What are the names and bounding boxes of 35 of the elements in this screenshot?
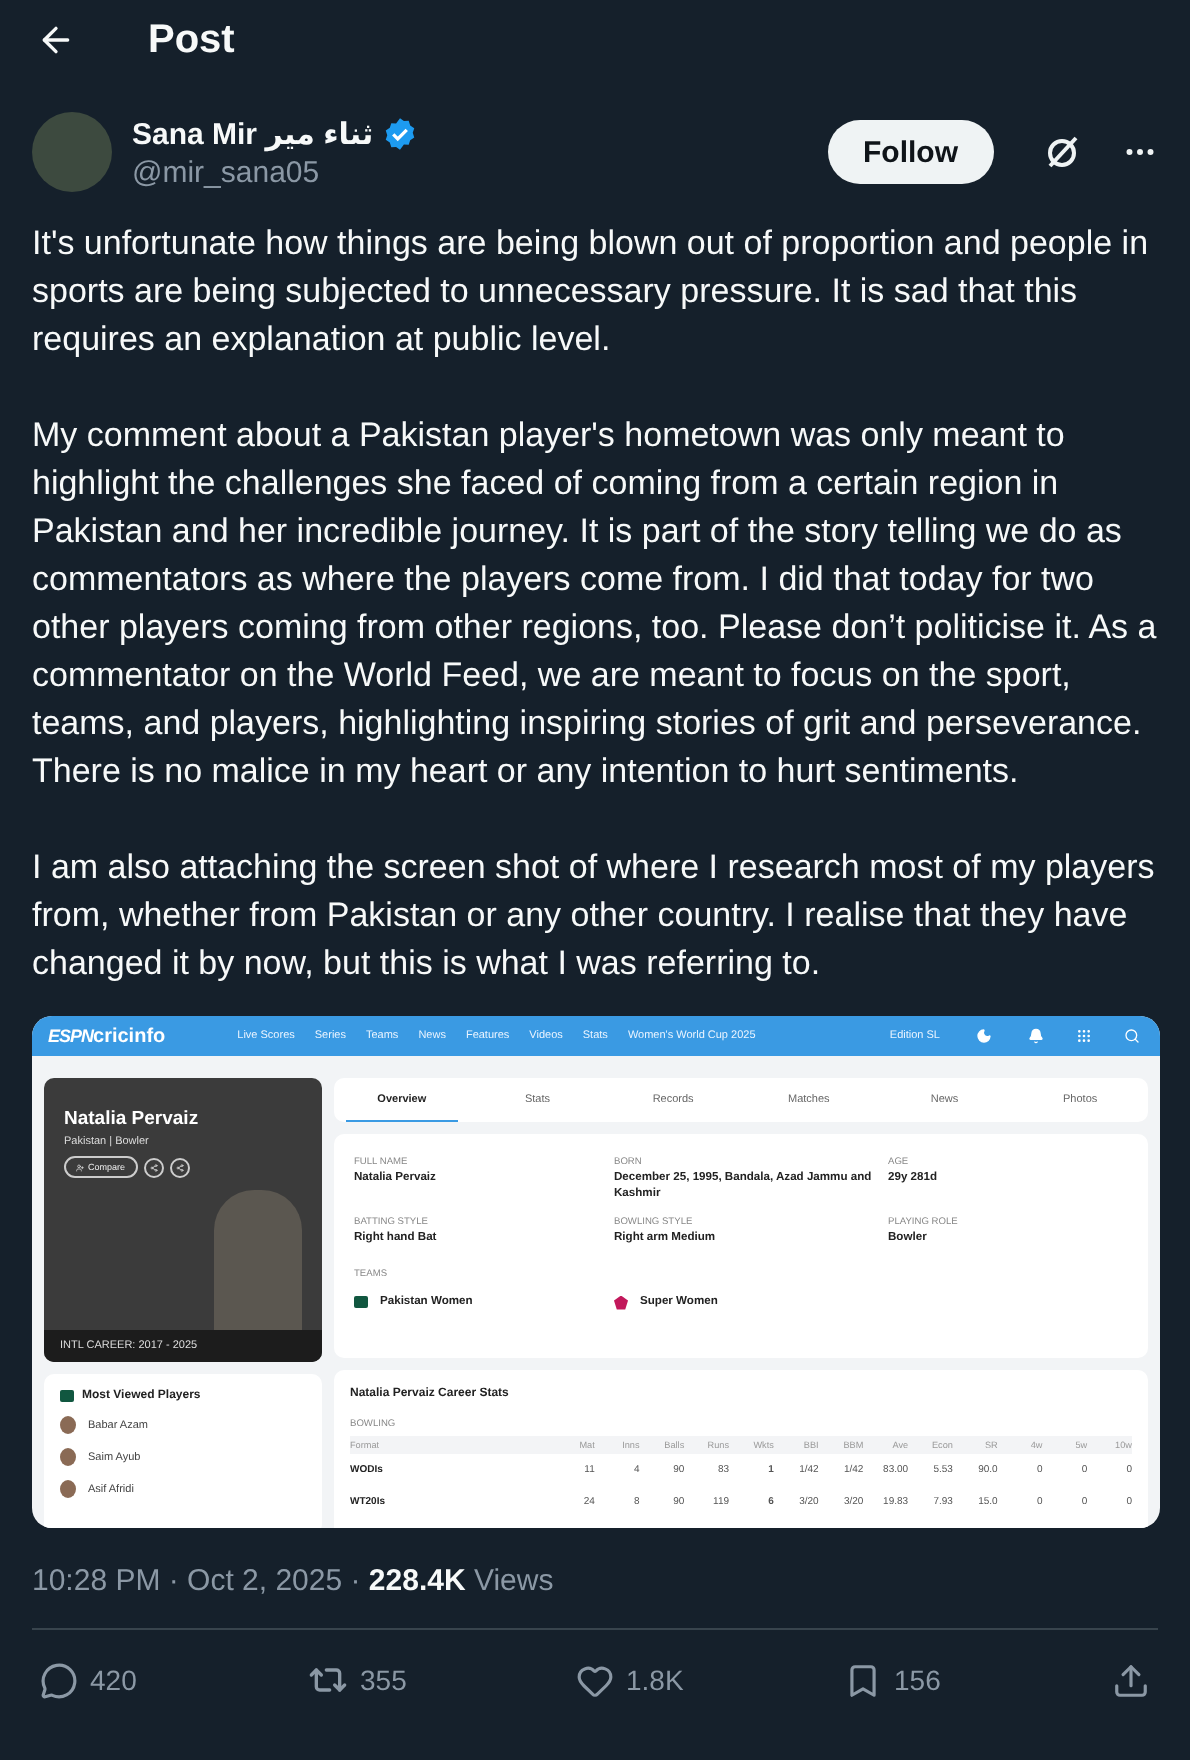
photo-placeholder — [214, 1190, 302, 1330]
post-paragraph: My comment about a Pakistan player's hometown was only meant to highlight the challenges she faced of coming from a certain region in Pakistan and her incredible journey. It is part of the story telling we do as commentators as where the players come from. I did that today for two other players coming from other regions, too. Please don’t politicise it. As a commentator on the World Feed, we are meant to focus on the sport, teams, and players, highlighting inspiring stories of grit and perseverance. There is no malice in my heart or any intention to hurt sentiments. — [32, 414, 1158, 794]
moon-icon[interactable] — [976, 1028, 992, 1044]
share-icon — [175, 1163, 184, 1171]
player-name: Natalia Pervaiz — [64, 1108, 201, 1130]
share-icon — [149, 1163, 158, 1171]
action-count: 355 — [360, 1664, 407, 1696]
author-handle[interactable]: @mir_sana05 — [132, 155, 807, 189]
action-count: 156 — [894, 1664, 941, 1696]
heart-icon[interactable] — [576, 1661, 614, 1699]
post-paragraph: I am also attaching the screen shot of where I research most of my players from, whether from Pakistan or any other country. I realise that they have changed it by now, but this is what I was referring to. — [32, 846, 1157, 986]
page-title: Post — [148, 17, 235, 63]
reply-icon[interactable] — [40, 1661, 78, 1699]
slashed-circle-icon[interactable] — [1042, 132, 1082, 172]
share-button[interactable] — [169, 1157, 190, 1177]
views-label: Views — [473, 1564, 554, 1598]
apps-grid-icon[interactable] — [1076, 1028, 1092, 1044]
post-paragraph: It's unfortunate how things are being blown out of proportion and people in sports are being subjected to unnecessary pressure. It is sad that this requires an explanation at public level. — [32, 222, 1151, 362]
search-icon[interactable] — [1124, 1028, 1140, 1044]
post-timestamp[interactable]: 10:28 PM · Oct 2, 2025 · — [32, 1564, 369, 1598]
site-logo: ESPNcricinfo — [48, 1025, 166, 1047]
add-user-icon — [76, 1163, 84, 1171]
view-count: 228.4K — [368, 1564, 466, 1598]
action-count: 420 — [90, 1664, 137, 1696]
bell-icon[interactable] — [1028, 1028, 1044, 1044]
follow-button[interactable]: Follow — [827, 120, 994, 184]
flag-icon — [60, 1390, 74, 1402]
team-logo-icon — [614, 1295, 628, 1310]
flag-icon — [354, 1296, 368, 1309]
attached-screenshot[interactable] — [32, 1016, 1160, 1528]
share-button[interactable] — [143, 1157, 164, 1177]
author-name[interactable]: Sana Mir ثناء میر — [132, 115, 374, 151]
bookmark-icon[interactable] — [844, 1661, 882, 1699]
action-count: 1.8K — [626, 1664, 684, 1696]
share-icon[interactable] — [1112, 1661, 1150, 1699]
